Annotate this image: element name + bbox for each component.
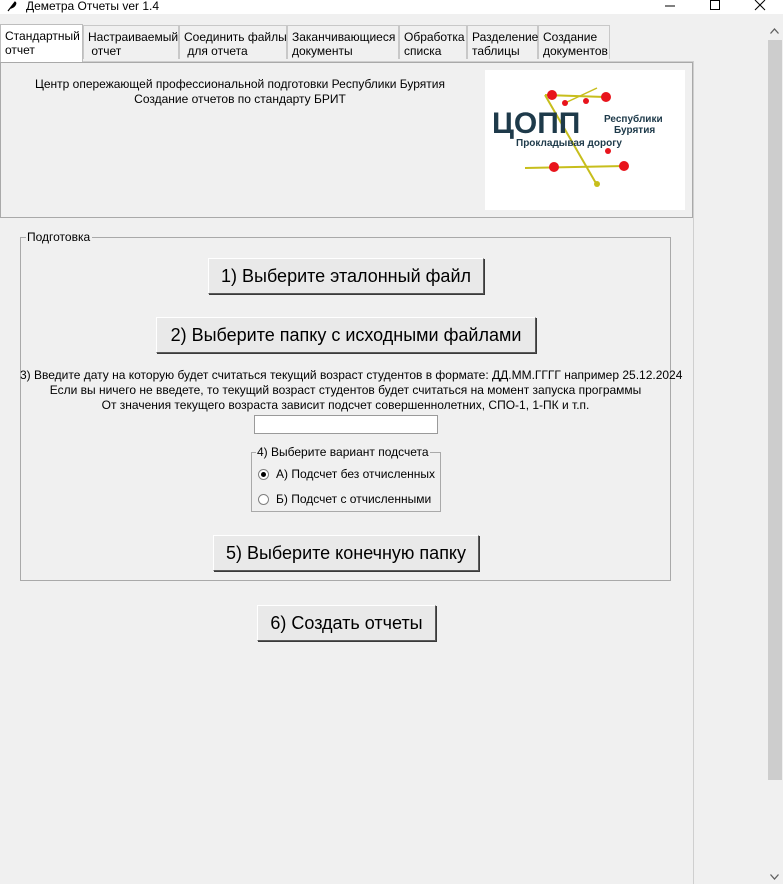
feather-icon xyxy=(6,0,18,12)
tab-merge-files[interactable]: Соединить файлы для отчета xyxy=(179,25,287,59)
select-reference-file-button[interactable]: 1) Выберите эталонный файл xyxy=(208,258,484,294)
close-icon[interactable] xyxy=(750,0,770,13)
tab-list-processing[interactable]: Обработка списка xyxy=(399,25,467,59)
scroll-up-icon[interactable] xyxy=(766,24,783,38)
window-title: Деметра Отчеты ver 1.4 xyxy=(26,0,160,13)
scroll-down-icon[interactable] xyxy=(766,870,783,884)
organization-name: Центр опережающей профессиональной подго… xyxy=(34,77,445,91)
logo-slogan: Прокладывая дорогу xyxy=(516,138,622,149)
radio-without-expelled-label: А) Подсчет без отчисленных xyxy=(276,467,435,481)
prep-group-label: Подготовка xyxy=(26,230,93,244)
radio-without-expelled[interactable]: А) Подсчет без отчисленных xyxy=(258,466,435,482)
tab-custom-report[interactable]: Настраиваемый отчет xyxy=(83,25,179,59)
radio-with-expelled[interactable]: Б) Подсчет с отчисленными xyxy=(258,491,431,507)
radio-with-expelled-label: Б) Подсчет с отчисленными xyxy=(276,492,432,506)
tab-create-documents[interactable]: Создание документов xyxy=(538,25,610,59)
logo-side-line2: Бурятия xyxy=(614,125,655,136)
title-bar: Деметра Отчеты ver 1.4 xyxy=(0,0,783,14)
logo-main-text: ЦОПП xyxy=(492,107,580,140)
radio-unselected-icon xyxy=(258,493,269,505)
date-hint-2: Если вы ничего не введете, то текущий во… xyxy=(49,383,642,397)
minimize-icon[interactable] xyxy=(660,0,680,13)
tab-expiring-documents[interactable]: Заканчивающиеся документы xyxy=(287,25,399,59)
logo: ЦОПП Республики Бурятия Прокладывая доро… xyxy=(485,70,685,210)
scrollbar-thumb[interactable] xyxy=(768,40,782,780)
date-hint-3: От значения текущего возраста зависит по… xyxy=(101,398,590,412)
tab-table-split[interactable]: Разделение таблицы xyxy=(467,25,538,59)
create-reports-button[interactable]: 6) Создать отчеты xyxy=(257,605,436,641)
radio-selected-icon xyxy=(258,468,269,480)
count-mode-label: 4) Выберите вариант подсчета xyxy=(256,445,430,459)
select-output-folder-button[interactable]: 5) Выберите конечную папку xyxy=(213,535,479,571)
tab-standard-report[interactable]: Стандартный отчет xyxy=(0,24,83,62)
logo-side-line1: Республики xyxy=(604,113,663,125)
select-source-folder-button[interactable]: 2) Выберите папку с исходными файлами xyxy=(156,317,536,353)
maximize-icon[interactable] xyxy=(705,0,725,13)
date-input[interactable] xyxy=(254,415,438,434)
date-hint-1: 3) Введите дату на которую будет считать… xyxy=(20,368,683,382)
app-subtitle: Создание отчетов по стандарту БРИТ xyxy=(134,92,346,106)
